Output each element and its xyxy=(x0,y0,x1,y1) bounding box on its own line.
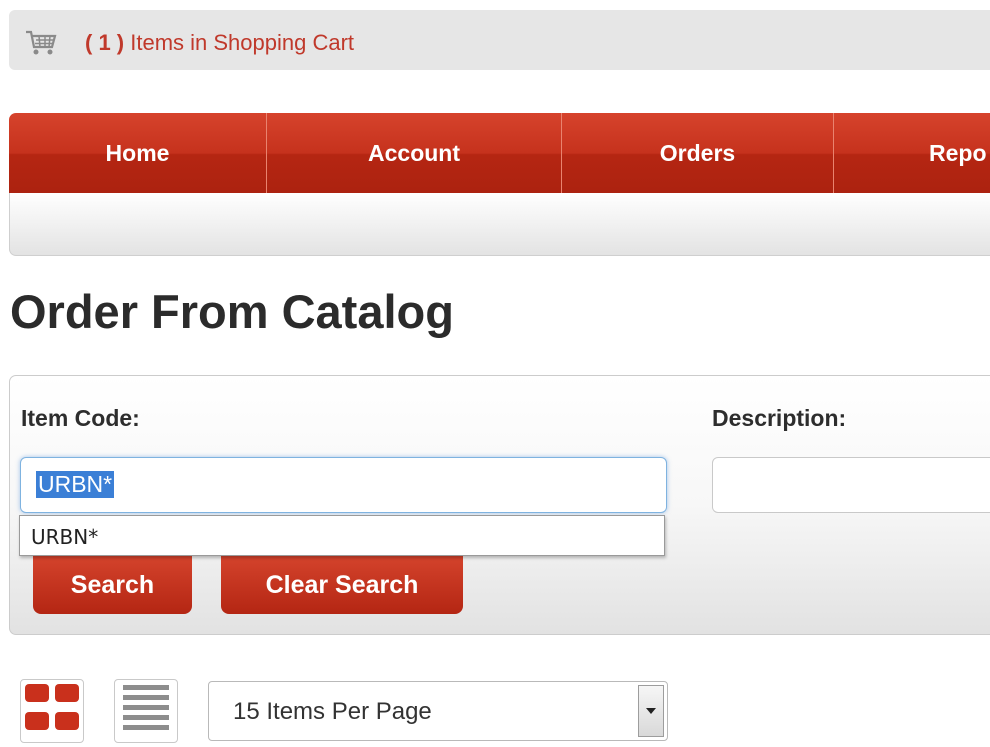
items-per-page-select[interactable]: 15 Items Per Page xyxy=(208,681,668,741)
autocomplete-dropdown: URBN* xyxy=(19,515,665,556)
description-label: Description: xyxy=(712,405,847,431)
cart-link[interactable]: ( 1 ) Items in Shopping Cart xyxy=(85,30,354,56)
item-code-input[interactable]: URBN* xyxy=(20,457,667,513)
nav-account[interactable]: Account xyxy=(267,113,562,193)
nav-home[interactable]: Home xyxy=(9,113,267,193)
main-nav: Home Account Orders Repo xyxy=(9,113,990,193)
cart-label: Items in Shopping Cart xyxy=(124,30,355,55)
shopping-cart-icon xyxy=(26,30,57,55)
items-per-page-value: 15 Items Per Page xyxy=(233,698,432,725)
item-code-label: Item Code: xyxy=(21,405,140,431)
nav-reports[interactable]: Repo xyxy=(834,113,990,193)
grid-view-icon xyxy=(25,684,79,730)
item-code-value: URBN* xyxy=(36,471,115,498)
cart-count: ( 1 ) xyxy=(85,30,125,55)
shopping-cart-bar[interactable]: ( 1 ) Items in Shopping Cart xyxy=(9,10,990,70)
nav-orders[interactable]: Orders xyxy=(562,113,834,193)
autocomplete-option[interactable]: URBN* xyxy=(31,525,98,549)
list-view-icon xyxy=(123,685,169,730)
sub-nav-bar xyxy=(9,193,990,256)
clear-search-button[interactable]: Clear Search xyxy=(221,556,463,614)
grid-view-button[interactable] xyxy=(20,679,84,743)
page-title: Order From Catalog xyxy=(10,285,454,338)
search-button[interactable]: Search xyxy=(33,556,192,614)
description-input[interactable] xyxy=(712,457,990,513)
chevron-down-icon[interactable] xyxy=(638,685,664,737)
list-view-button[interactable] xyxy=(114,679,178,743)
